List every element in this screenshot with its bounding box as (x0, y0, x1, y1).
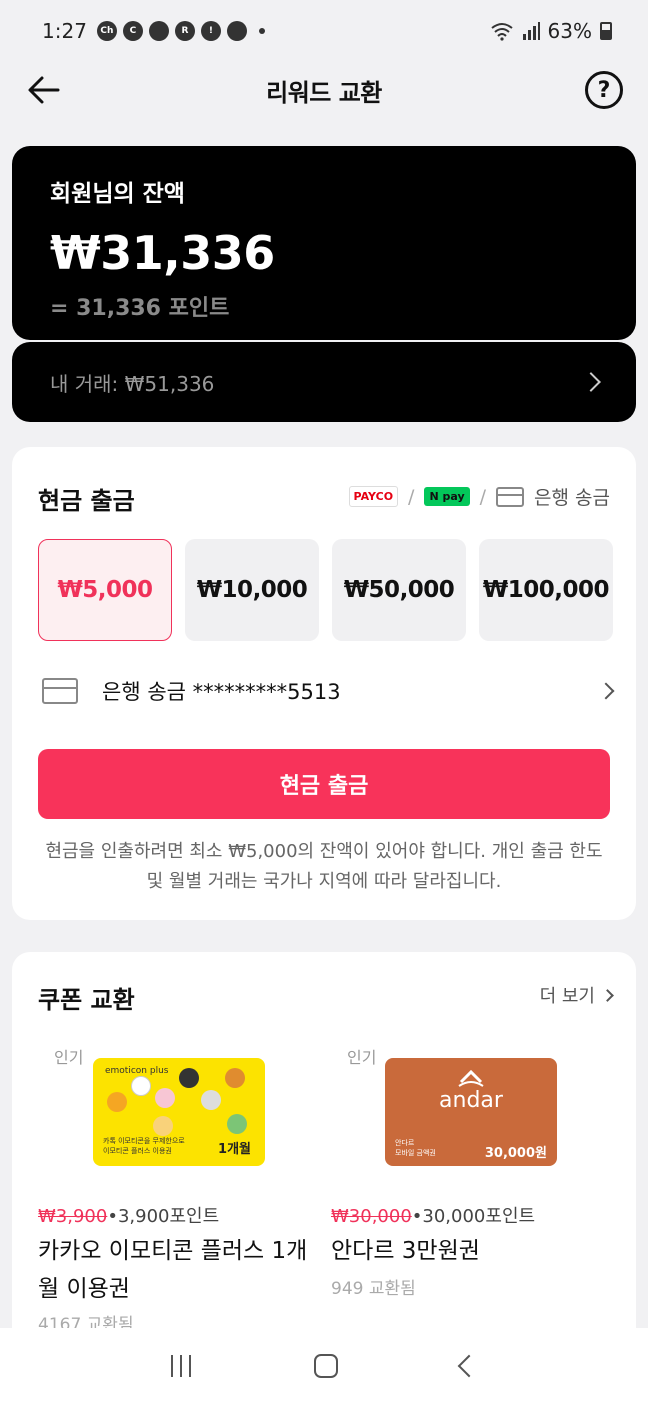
character-icon (227, 1114, 247, 1134)
balance-amount: ₩31,336 (50, 226, 275, 280)
original-price: ₩3,900 (38, 1206, 108, 1227)
bank-account-row[interactable]: 은행 송금 *********5513 (42, 673, 615, 709)
balance-points: = 31,336 포인트 (50, 296, 230, 321)
battery-icon (600, 22, 612, 40)
popular-badge: 인기 (347, 1048, 377, 1067)
section-title: 현금 출금 (38, 487, 135, 515)
popular-badge: 인기 (54, 1048, 84, 1067)
coupon-price: ₩3,900•3,900포인트 (38, 1202, 219, 1228)
bank-account-label: 은행 송금 *********5513 (102, 680, 341, 704)
andar-logo-icon (458, 1069, 484, 1087)
pill-notification-icon (148, 21, 169, 41)
thumbnail-caption: 카톡 이모티콘을 무제한으로 이모티콘 플러스 이용권 (103, 1137, 185, 1155)
amount-option-100000[interactable]: ₩100,000 (479, 539, 613, 641)
more-notifications-dot (258, 28, 265, 34)
amount-option-5000[interactable]: ₩5,000 (38, 539, 172, 641)
withdraw-button[interactable]: 현금 출금 (38, 749, 610, 819)
help-icon[interactable]: ? (585, 71, 623, 109)
coupon-name: 카카오 이모티콘 플러스 1개월 이용권 (38, 1238, 308, 1302)
channel-notification-icon: Ch (96, 21, 117, 41)
character-icon (107, 1092, 127, 1112)
amount-option-10000[interactable]: ₩10,000 (185, 539, 319, 641)
image-notification-icon (226, 21, 247, 41)
emoticon-plus-thumbnail: emoticon plus 카톡 이모티콘을 무제한으로 이모티콘 플러스 이용권… (93, 1058, 265, 1166)
bank-card-icon (42, 678, 78, 704)
andar-thumbnail: andar 안다르 모바일 금액권 30,000원 (385, 1058, 557, 1166)
character-icon (153, 1116, 173, 1136)
character-icon (225, 1068, 245, 1088)
section-title: 쿠폰 교환 (38, 986, 135, 1014)
payco-logo: PAYCO (348, 486, 399, 507)
recent-apps-icon[interactable] (171, 1355, 192, 1377)
bank-card-icon (496, 486, 525, 507)
npay-logo: N pay (424, 487, 470, 506)
character-icon (201, 1090, 221, 1110)
separator: / (479, 485, 487, 508)
cash-withdrawal-card: 현금 출금 PAYCO / N pay / 은행 송금 ₩5,000 ₩10,0… (12, 447, 636, 920)
bank-transfer-label: 은행 송금 (534, 487, 610, 509)
points-price: •30,000포인트 (411, 1206, 536, 1227)
balance-card: 회원님의 잔액 ₩31,336 = 31,336 포인트 (12, 146, 636, 340)
clock: 1:27 (42, 19, 87, 43)
thumbnail-brand: emoticon plus (105, 1066, 169, 1076)
wifi-icon (490, 23, 513, 41)
home-icon[interactable] (313, 1354, 338, 1378)
see-more-link[interactable]: 더 보기 (539, 982, 614, 1008)
transactions-label: 내 거래: ₩51,336 (50, 371, 215, 396)
points-price: •3,900포인트 (107, 1206, 220, 1227)
character-icon (155, 1088, 175, 1108)
app-header: 리워드 교환 ? (0, 62, 648, 118)
thumbnail-label: 1개월 (218, 1142, 251, 1157)
coupon-price: ₩30,000•30,000포인트 (331, 1202, 535, 1228)
notification-icons: Ch C R ! (96, 21, 265, 41)
r-notification-icon: R (174, 21, 195, 41)
character-icon (179, 1068, 199, 1088)
status-bar: 1:27 Ch C R ! 63% (0, 0, 648, 62)
chevron-right-icon (597, 682, 615, 700)
payout-methods: PAYCO / N pay / 은행 송금 (348, 483, 610, 510)
alert-notification-icon: ! (200, 21, 221, 41)
chevron-right-icon (581, 372, 601, 392)
character-icon (131, 1076, 151, 1096)
coupon-exchange-card: 쿠폰 교환 더 보기 인기 emoticon plus 카톡 이모티콘을 무제한… (12, 952, 636, 1352)
c-notification-icon: C (122, 21, 143, 41)
chevron-right-icon (601, 988, 614, 1002)
back-icon[interactable] (457, 1354, 480, 1378)
system-nav-bar (0, 1328, 648, 1404)
withdraw-note: 현금을 인출하려면 최소 ₩5,000의 잔액이 있어야 합니다. 개인 출금 … (45, 841, 603, 892)
system-indicators: 63% (490, 19, 612, 43)
amount-options: ₩5,000 ₩10,000 ₩50,000 ₩100,000 (38, 539, 613, 641)
separator: / (408, 485, 415, 508)
thumbnail-brand: andar (439, 1088, 503, 1113)
amount-option-50000[interactable]: ₩50,000 (332, 539, 466, 641)
exchange-count: 949 교환됨 (331, 1279, 416, 1299)
see-more-label: 더 보기 (539, 986, 595, 1007)
balance-label: 회원님의 잔액 (50, 181, 185, 207)
battery-percent: 63% (547, 19, 592, 43)
thumbnail-label: 30,000원 (484, 1146, 547, 1161)
back-arrow-icon[interactable] (26, 72, 62, 108)
page-title: 리워드 교환 (266, 78, 382, 107)
transactions-row[interactable]: 내 거래: ₩51,336 (12, 342, 636, 422)
original-price: ₩30,000 (331, 1206, 412, 1227)
signal-icon (522, 22, 540, 40)
coupon-name: 안다르 3만원권 (331, 1238, 480, 1264)
thumbnail-caption: 안다르 모바일 금액권 (395, 1139, 436, 1157)
